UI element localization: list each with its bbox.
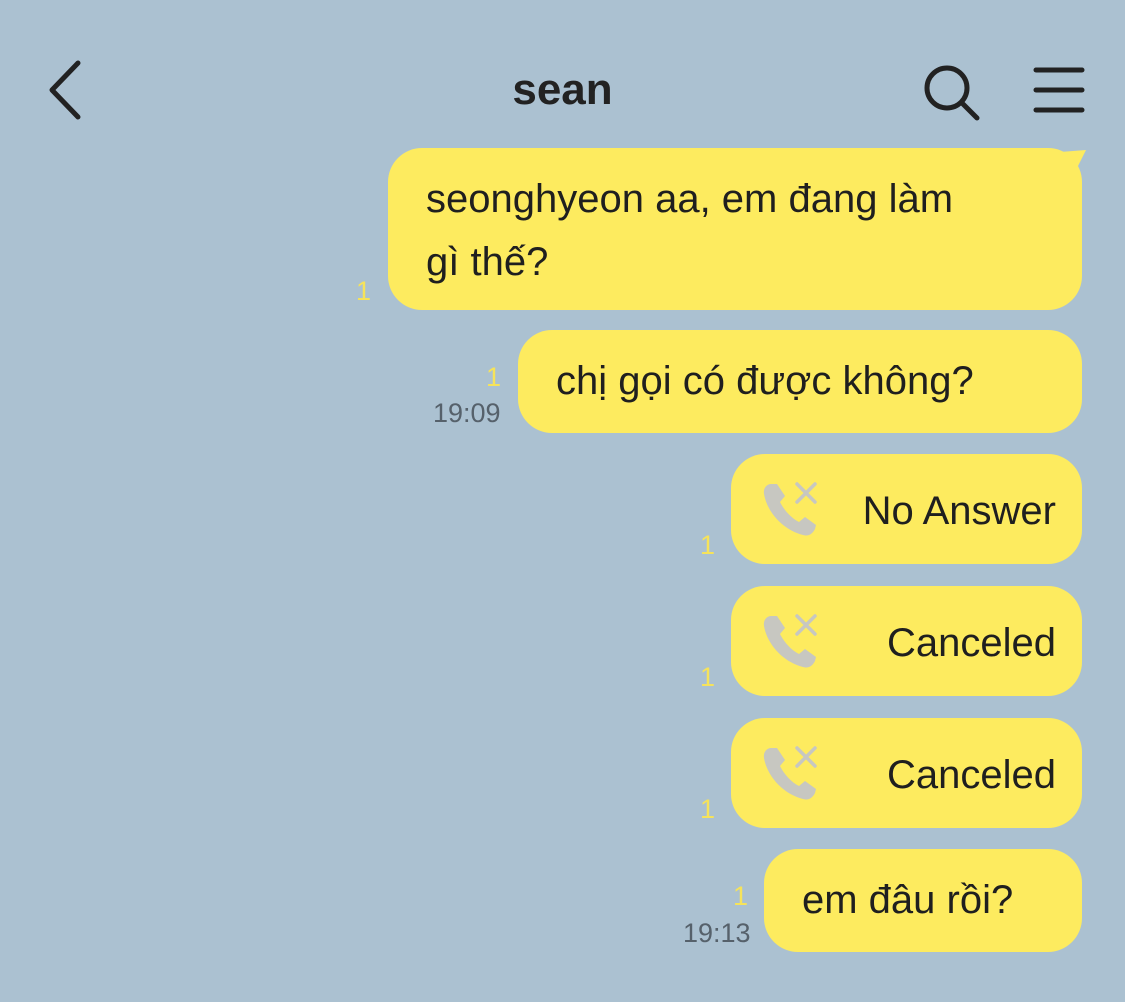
search-button[interactable] — [920, 60, 984, 124]
message-text: em đâu rồi? — [802, 878, 1014, 922]
message-text: chị gọi có được không? — [556, 359, 974, 403]
missed-call-icon — [763, 614, 817, 668]
chat-header: sean — [0, 0, 1125, 150]
message-text-line2: gì thế? — [426, 240, 549, 284]
call-status-label: Canceled — [886, 621, 1056, 665]
call-bubble[interactable]: No Answer — [731, 454, 1082, 564]
message-bubble[interactable]: em đâu rồi? — [764, 849, 1082, 952]
unread-count: 1 — [356, 276, 372, 306]
message-bubble[interactable]: chị gọi có được không? — [518, 330, 1082, 433]
message-text-line1: seonghyeon aa, em đang làm — [426, 177, 954, 221]
call-bubble[interactable]: Canceled — [731, 586, 1082, 696]
unread-count: 1 — [700, 794, 716, 824]
hamburger-menu-icon — [1033, 67, 1085, 113]
unread-count: 1 — [700, 530, 716, 560]
message-bubble[interactable]: seonghyeon aa, em đang làm gì thế? — [388, 148, 1082, 310]
missed-call-icon — [763, 746, 817, 800]
call-status-label: No Answer — [862, 489, 1056, 533]
message-time: 19:09 — [433, 398, 501, 428]
missed-call-icon — [763, 482, 817, 536]
unread-count: 1 — [700, 662, 716, 692]
unread-count: 1 — [733, 881, 749, 911]
search-icon — [924, 65, 980, 121]
call-status-label: Canceled — [886, 753, 1056, 797]
unread-count: 1 — [486, 362, 502, 392]
menu-button[interactable] — [1030, 62, 1090, 118]
message-time: 19:13 — [683, 918, 751, 948]
call-bubble[interactable]: Canceled — [731, 718, 1082, 828]
